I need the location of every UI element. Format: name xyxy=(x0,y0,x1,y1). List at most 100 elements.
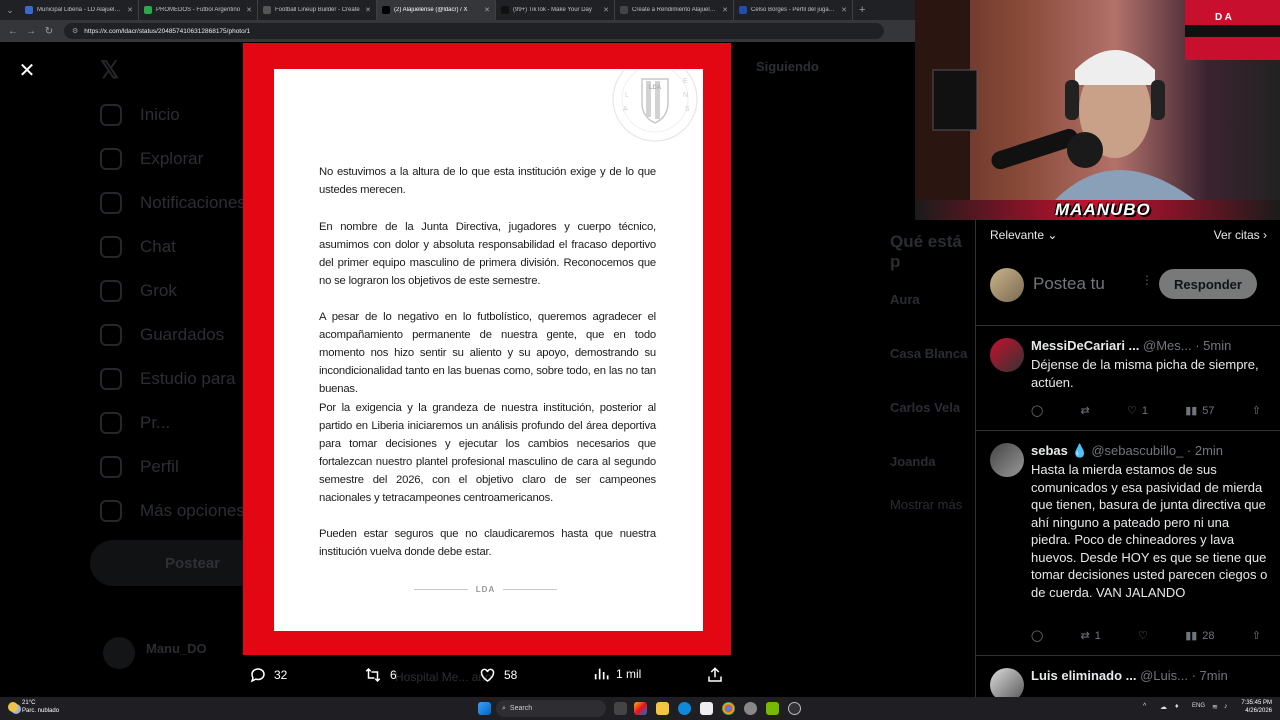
start-icon[interactable] xyxy=(478,702,491,715)
forward-icon[interactable]: → xyxy=(22,22,40,40)
tab-close-icon[interactable]: ✕ xyxy=(365,6,371,14)
language-indicator[interactable]: ENG xyxy=(1192,703,1205,709)
nav-label: Más opciones xyxy=(140,501,245,520)
browser-tab[interactable]: Celso Borges - Perfil del jugador ✕ xyxy=(734,0,853,20)
avatar[interactable] xyxy=(990,668,1024,697)
nav-item[interactable]: Más opciones xyxy=(100,500,245,522)
weather-widget[interactable]: 21°C Parc. nublado xyxy=(8,699,59,715)
share-icon[interactable]: ⇧ xyxy=(1252,404,1261,417)
browser-tab[interactable]: PROMEDOS - Futbol Argentino ✕ xyxy=(139,0,258,20)
task-view-icon[interactable] xyxy=(614,702,627,715)
store-icon[interactable] xyxy=(700,702,713,715)
nav-item[interactable]: Inicio xyxy=(100,104,180,126)
nvidia-icon[interactable] xyxy=(766,702,779,715)
browser-tab[interactable]: Municipal Liberia - LD Alajuelense ✕ xyxy=(20,0,139,20)
tweet-photo: LDA A L N S E No estuvimos a la altura d… xyxy=(243,43,731,655)
clock[interactable]: 7:35:45 PM 4/26/2026 xyxy=(1241,699,1272,715)
reply-submit-button[interactable]: Responder xyxy=(1159,269,1257,299)
browser-tab[interactable]: Create a Rendimiento Alajuelense ✕ xyxy=(615,0,734,20)
trend-item[interactable]: Casa Blanca xyxy=(890,346,967,361)
like-button[interactable]: 58 xyxy=(478,666,517,684)
media-icon[interactable]: ⋮ xyxy=(1141,273,1153,287)
share-icon[interactable]: ⇧ xyxy=(1252,629,1261,642)
share-button[interactable] xyxy=(706,666,731,684)
views-button[interactable]: 1 mil xyxy=(593,666,641,682)
chrome-icon[interactable] xyxy=(722,702,735,715)
trend-item[interactable]: Joanda xyxy=(890,454,936,469)
view-quotes-link[interactable]: Ver citas › xyxy=(1214,228,1267,242)
url-field[interactable]: ⚙ https://x.com/ldacr/status/20485741063… xyxy=(64,23,884,39)
statement-paragraph: A pesar de lo negativo en lo futbolístic… xyxy=(319,311,656,396)
tab-close-icon[interactable]: ✕ xyxy=(841,6,847,14)
reply-item[interactable]: sebas 💧 @sebascubillo_ · 2min Hasta la m… xyxy=(976,431,1280,656)
nav-item[interactable]: Explorar xyxy=(100,148,203,170)
file-explorer-icon[interactable] xyxy=(656,702,669,715)
search-label: Search xyxy=(509,705,533,712)
tab-search-icon[interactable]: ⌄ xyxy=(0,0,20,20)
nav-item[interactable]: Estudio para xyxy=(100,368,235,390)
repost-icon[interactable]: ⇄ 1 xyxy=(1081,629,1101,643)
reload-icon[interactable]: ↻ xyxy=(40,22,58,40)
close-icon[interactable]: ✕ xyxy=(16,59,38,82)
new-tab-icon[interactable]: + xyxy=(853,4,865,16)
tab-close-icon[interactable]: ✕ xyxy=(722,6,728,14)
obs-icon[interactable] xyxy=(788,702,801,715)
browser-tab[interactable]: (99+) TikTok - Make Your Day ✕ xyxy=(496,0,615,20)
reply-author[interactable]: MessiDeCariari ... xyxy=(1031,338,1139,353)
trend-item[interactable]: Aura xyxy=(890,292,920,307)
repost-button[interactable]: 6 xyxy=(363,666,397,684)
comment-icon[interactable]: ◯ xyxy=(1031,629,1043,642)
heart-icon[interactable]: ♡ 1 xyxy=(1127,404,1148,418)
back-icon[interactable]: ← xyxy=(4,22,22,40)
avatar[interactable] xyxy=(990,338,1024,372)
reply-icon xyxy=(250,668,265,683)
views-icon[interactable]: ▮▮ 57 xyxy=(1185,404,1214,418)
reply-handle[interactable]: @Luis... xyxy=(1140,668,1188,683)
browser-tab[interactable]: Football Lineup Builder - Create ✕ xyxy=(258,0,377,20)
nav-item[interactable]: Grok xyxy=(100,280,177,302)
reply-button[interactable]: 32 xyxy=(249,666,287,684)
show-more-link[interactable]: Mostrar más xyxy=(890,497,962,512)
reply-item[interactable]: MessiDeCariari ... @Mes... · 5min Déjens… xyxy=(976,326,1280,431)
sort-dropdown[interactable]: Relevante ⌄ xyxy=(990,228,1057,242)
reply-input[interactable]: Postea tu xyxy=(1033,274,1105,294)
nav-item[interactable]: Notificaciones xyxy=(100,192,246,214)
view-count: 28 xyxy=(1202,629,1215,642)
site-info-icon[interactable]: ⚙ xyxy=(72,27,78,35)
reply-handle[interactable]: @sebascubillo_ xyxy=(1091,443,1183,458)
x-logo-icon[interactable]: 𝕏 xyxy=(100,56,119,85)
trend-item[interactable]: Carlos Vela xyxy=(890,400,960,415)
tray-icon[interactable]: ♦ xyxy=(1175,703,1179,710)
heart-icon[interactable]: ♡ xyxy=(1138,629,1148,642)
reply-handle[interactable]: @Mes... xyxy=(1143,338,1192,353)
edge-icon[interactable] xyxy=(678,702,691,715)
avatar[interactable] xyxy=(990,443,1024,477)
volume-icon[interactable]: ♪ xyxy=(1224,703,1228,710)
network-icon[interactable]: ☁ xyxy=(1160,703,1167,711)
tab-close-icon[interactable]: ✕ xyxy=(484,6,490,14)
reply-item[interactable]: Luis eliminado ... @Luis... · 7min xyxy=(976,656,1280,697)
nav-label: Guardados xyxy=(140,325,225,344)
tab-close-icon[interactable]: ✕ xyxy=(127,6,133,14)
nav-icon xyxy=(100,148,122,170)
comment-icon[interactable]: ◯ xyxy=(1031,404,1043,417)
taskbar-search[interactable]: ⌕ Search xyxy=(496,700,606,717)
nav-item[interactable]: Guardados xyxy=(100,324,224,346)
nav-item[interactable]: Chat xyxy=(100,236,176,258)
settings-icon[interactable] xyxy=(744,702,757,715)
browser-tab[interactable]: (2) Alajuelense (@ldacr) / X ✕ xyxy=(377,0,496,20)
reply-author[interactable]: Luis eliminado ... xyxy=(1031,668,1136,683)
tray-overflow-icon[interactable]: ^ xyxy=(1143,703,1146,710)
nav-item[interactable]: Pr... xyxy=(100,412,170,434)
nav-item[interactable]: Perfil xyxy=(100,456,179,478)
copilot-icon[interactable] xyxy=(634,702,647,715)
profile-avatar[interactable] xyxy=(103,637,135,669)
tab-close-icon[interactable]: ✕ xyxy=(603,6,609,14)
tab-close-icon[interactable]: ✕ xyxy=(246,6,252,14)
statement-footer: LDA xyxy=(414,585,558,594)
reply-author[interactable]: sebas xyxy=(1031,443,1068,458)
tab-title: (2) Alajuelense (@ldacr) / X xyxy=(394,7,468,13)
views-icon[interactable]: ▮▮ 28 xyxy=(1185,629,1215,643)
repost-icon[interactable]: ⇄ xyxy=(1081,404,1090,417)
wifi-icon[interactable]: ≋ xyxy=(1212,703,1218,711)
